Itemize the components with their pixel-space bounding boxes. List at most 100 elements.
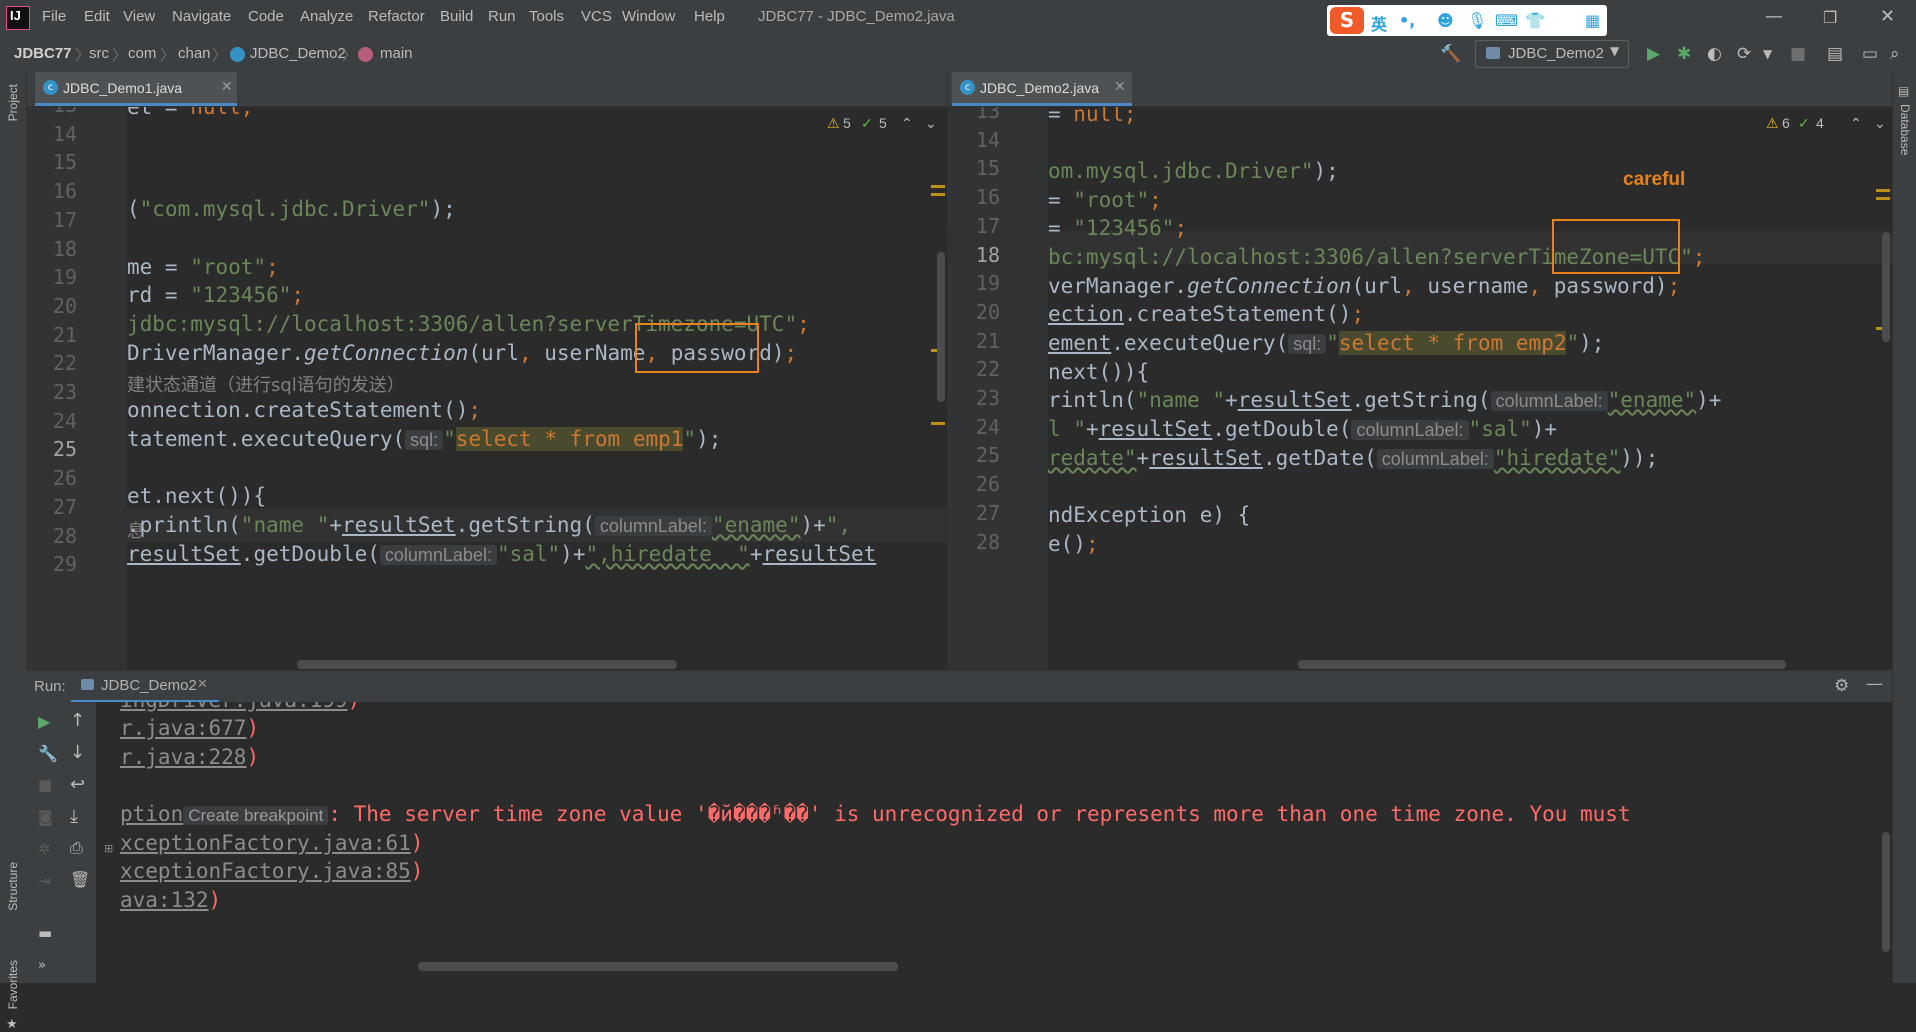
line-number[interactable]: 16 <box>948 185 1000 209</box>
favorites-tool-button[interactable]: Favorites <box>6 960 20 1009</box>
line-number[interactable]: 27 <box>948 501 1000 525</box>
project-tool-button[interactable]: Project <box>6 84 20 121</box>
breadcrumb-method[interactable]: main <box>380 45 413 62</box>
console-line[interactable]: r.java:228) <box>120 745 259 769</box>
build-hammer-icon[interactable]: 🔨 <box>1440 44 1461 64</box>
ime-toolbar[interactable]: S 英 •, ☻ 🎙 ⌨ 👕 ▦ <box>1327 5 1607 36</box>
code-line[interactable]: = "123456"; <box>1048 216 1187 240</box>
database-tool-button[interactable]: Database <box>1898 104 1912 155</box>
horizontal-scrollbar[interactable] <box>1298 660 1786 669</box>
ime-punctuation[interactable]: •, <box>1399 11 1415 30</box>
line-number[interactable]: 25 <box>948 443 1000 467</box>
tab-jdbc-demo1[interactable]: c JDBC_Demo1.java ✕ <box>35 72 237 106</box>
menu-vcs[interactable]: VCS <box>581 8 612 25</box>
rerun-icon[interactable]: ▶ <box>38 712 50 731</box>
menu-code[interactable]: Code <box>248 8 284 25</box>
code-line[interactable]: next()){ <box>1048 360 1149 384</box>
breadcrumb-chan[interactable]: chan <box>178 45 211 62</box>
menu-help[interactable]: Help <box>694 8 725 25</box>
line-number[interactable]: 13 <box>27 107 77 117</box>
breadcrumb-project[interactable]: JDBC77 <box>14 45 72 62</box>
restore-icon[interactable]: ❐ <box>1823 8 1837 27</box>
print-icon[interactable]: ⎙ <box>70 838 83 858</box>
error-stripe-mark[interactable] <box>931 185 945 188</box>
shirt-icon[interactable]: 👕 <box>1525 11 1545 30</box>
line-number[interactable]: 20 <box>27 294 77 318</box>
run-icon[interactable]: ▶ <box>1647 44 1660 64</box>
coverage-icon[interactable]: ◐ <box>1707 44 1722 64</box>
code-line[interactable]: tatement.executeQuery(sql: "select * from… <box>127 427 721 451</box>
console-line[interactable]: xceptionFactory.java:85) <box>120 859 423 883</box>
menu-refactor[interactable]: Refactor <box>368 8 425 25</box>
code-line[interactable]: resultSet.getDouble(columnLabel: "sal")+"… <box>127 542 876 566</box>
horizontal-scrollbar[interactable] <box>297 660 677 669</box>
close-tab-icon[interactable]: ✕ <box>197 677 208 692</box>
arrow-up-icon[interactable]: ↑ <box>70 710 85 731</box>
vertical-scrollbar[interactable] <box>937 252 945 402</box>
line-number[interactable]: 28 <box>948 530 1000 554</box>
breadcrumb-class[interactable]: JDBC_Demo2 <box>250 45 346 62</box>
code-line[interactable]: .println("name "+resultSet.getString(col… <box>127 513 851 537</box>
structure-tool-button[interactable]: Structure <box>6 862 20 911</box>
fold-icon[interactable]: ⊞ <box>104 842 113 855</box>
line-number[interactable]: 22 <box>948 357 1000 381</box>
exit-icon[interactable]: ⇥ <box>38 872 51 890</box>
weak-warning-icon[interactable]: ✓ <box>1798 115 1810 132</box>
code-line[interactable]: ement.executeQuery(sql: "select * from em… <box>1048 331 1604 355</box>
code-line[interactable]: ection.createStatement(); <box>1048 302 1364 326</box>
line-number[interactable]: 17 <box>27 208 77 232</box>
code-line[interactable]: onnection.createStatement(); <box>127 398 481 422</box>
ime-language[interactable]: 英 <box>1371 11 1387 35</box>
stop-icon[interactable]: ■ <box>1790 44 1806 64</box>
line-number[interactable]: 23 <box>948 386 1000 410</box>
console-output[interactable]: ingDriver.java:199) r.java:677) r.java:2… <box>96 702 1892 983</box>
hide-panel-icon[interactable]: — <box>1866 674 1883 694</box>
prev-highlight-icon[interactable]: ⌃ <box>901 115 913 132</box>
create-breakpoint-tooltip[interactable]: Create breakpoint <box>183 806 329 825</box>
code-line[interactable]: l "+resultSet.getDouble(columnLabel: "sal… <box>1048 417 1557 441</box>
code-line[interactable]: redate"+resultSet.getDate(columnLabel: "h… <box>1048 446 1658 470</box>
code-line[interactable]: = null; <box>1048 107 1137 126</box>
line-number[interactable]: 15 <box>948 156 1000 180</box>
error-stripe-mark[interactable] <box>931 193 945 196</box>
console-error-line[interactable]: ption Create breakpoint: The server time … <box>120 802 1631 826</box>
code-line[interactable]: ndException e) { <box>1048 503 1250 527</box>
line-number[interactable]: 27 <box>27 495 77 519</box>
menu-navigate[interactable]: Navigate <box>172 8 231 25</box>
horizontal-scrollbar[interactable] <box>418 962 898 971</box>
run-configuration-select[interactable]: JDBC_Demo2 ▼ <box>1475 40 1629 68</box>
line-number[interactable]: 28 <box>27 524 77 548</box>
soft-wrap-icon[interactable]: ↩ <box>70 774 85 795</box>
tab-jdbc-demo2[interactable]: c JDBC_Demo2.java ✕ <box>952 72 1132 106</box>
line-number[interactable]: 19 <box>948 271 1000 295</box>
search-icon[interactable]: ⌕ <box>1890 44 1900 64</box>
vertical-scrollbar[interactable] <box>1882 232 1890 342</box>
menu-file[interactable]: File <box>42 8 66 25</box>
gear-icon[interactable]: ⚙ <box>1834 676 1849 696</box>
line-number[interactable]: 14 <box>27 122 77 146</box>
project-structure-icon[interactable]: ▤ <box>1827 44 1843 64</box>
console-line[interactable]: ingDriver.java:199) <box>120 702 360 712</box>
line-number[interactable]: 21 <box>948 329 1000 353</box>
console-line[interactable]: xceptionFactory.java:61) <box>120 831 423 855</box>
menu-window[interactable]: Window <box>622 8 675 25</box>
code-line[interactable]: rd = "123456"; <box>127 283 304 307</box>
left-editor[interactable]: 13 14 15 16 17 18 19 20 21 22 23 24 25 26 27 28 29 et = … <box>27 107 947 670</box>
close-tab-icon[interactable]: ✕ <box>221 79 233 95</box>
breadcrumb-com[interactable]: com <box>128 45 156 62</box>
error-stripe-mark[interactable] <box>931 422 945 425</box>
line-number[interactable]: 23 <box>27 380 77 404</box>
line-number[interactable]: 17 <box>948 214 1000 238</box>
wrench-icon[interactable]: 🔧 <box>38 744 58 763</box>
menu-build[interactable]: Build <box>440 8 473 25</box>
code-line[interactable]: me = "root"; <box>127 255 279 279</box>
menu-tools[interactable]: Tools <box>529 8 564 25</box>
code-line[interactable]: et = null; <box>127 107 253 119</box>
warning-icon[interactable]: ⚠ <box>827 115 840 132</box>
code-line[interactable]: rintln("name "+resultSet.getString(colum… <box>1048 388 1721 412</box>
minimize-icon[interactable]: — <box>1765 6 1783 27</box>
next-highlight-icon[interactable]: ⌄ <box>925 115 937 132</box>
line-number[interactable]: 22 <box>27 351 77 375</box>
code-line[interactable]: verManager.getConnection(url, username, … <box>1048 274 1680 298</box>
arrow-down-icon[interactable]: ↓ <box>70 742 85 763</box>
